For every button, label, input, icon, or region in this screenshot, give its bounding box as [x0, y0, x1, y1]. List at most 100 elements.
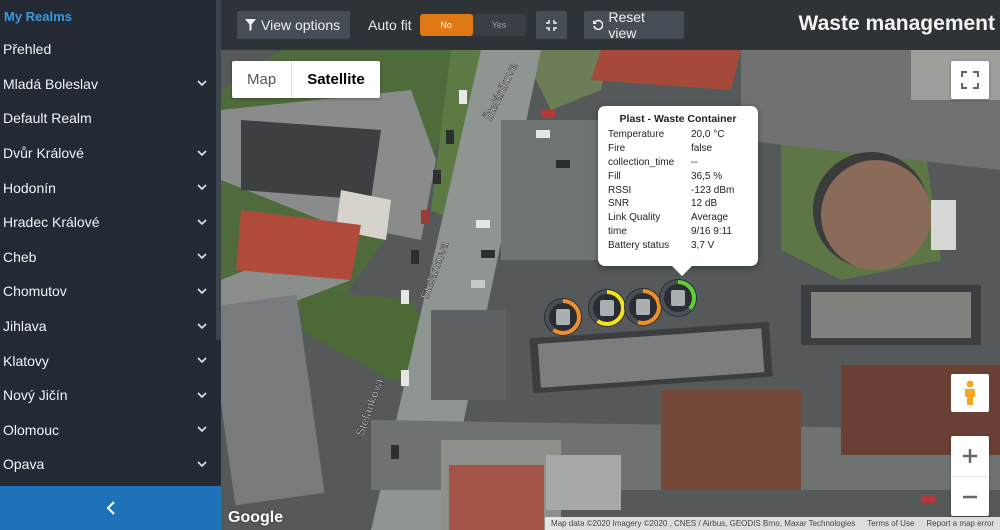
- chevron-down-icon: [197, 217, 207, 227]
- realm-list: Přehled Mladá Boleslav Default Realm Dvů…: [0, 32, 221, 482]
- info-row-rssi: RSSI -123 dBm: [608, 183, 748, 197]
- sidebar-item-chomutov[interactable]: Chomutov: [0, 274, 221, 309]
- fit-bounds-button[interactable]: [535, 11, 567, 39]
- undo-icon: [592, 19, 604, 31]
- reset-view-button[interactable]: Reset view: [583, 9, 684, 41]
- info-key: time: [608, 225, 627, 237]
- autofit-toggle[interactable]: No Yes: [419, 14, 526, 36]
- sidebar-item-default-realm[interactable]: Default Realm: [0, 101, 221, 136]
- map-type-satellite[interactable]: Satellite: [291, 61, 380, 98]
- info-key: Fire: [608, 143, 626, 155]
- info-row-fire: Fire false: [608, 142, 748, 156]
- info-key: Battery status: [608, 239, 670, 251]
- chevron-down-icon: [197, 148, 207, 158]
- sidebar-item-prehled[interactable]: Přehled: [0, 32, 221, 67]
- collapse-sidebar-button[interactable]: [0, 486, 221, 530]
- map-data-credit: Map data ©2020 Imagery ©2020 , CNES / Ai…: [551, 519, 856, 528]
- fullscreen-button[interactable]: [951, 61, 989, 99]
- report-map-error-link[interactable]: Report a map error: [920, 519, 1000, 528]
- chevron-left-icon: [106, 501, 115, 515]
- sidebar-item-label: Olomouc: [3, 421, 60, 438]
- sidebar-item-dvur-kralove[interactable]: Dvůr Králové: [0, 136, 221, 171]
- chevron-down-icon: [197, 286, 207, 296]
- sidebar-item-jihlava[interactable]: Jihlava: [0, 309, 221, 344]
- sidebar-item-label: Cheb: [3, 248, 37, 265]
- zoom-out-button[interactable]: [951, 476, 989, 516]
- info-row-collection-time: collection_time --: [608, 156, 748, 170]
- info-value: -123 dBm: [691, 184, 735, 196]
- chevron-down-icon: [197, 356, 207, 366]
- sidebar-item-label: Chomutov: [3, 283, 67, 300]
- trash-bin-icon: [600, 300, 614, 316]
- waste-container-marker-green[interactable]: [659, 279, 697, 317]
- info-row-snr: SNR 12 dB: [608, 197, 748, 211]
- street-view-pegman[interactable]: [951, 374, 989, 412]
- filter-icon: [245, 19, 256, 31]
- info-value: 12 dB: [691, 198, 718, 210]
- sidebar-item-hradec-kralove[interactable]: Hradec Králové: [0, 205, 221, 240]
- sidebar-item-label: Mladá Boleslav: [3, 75, 98, 92]
- sidebar-item-label: Přehled: [3, 41, 52, 58]
- chevron-down-icon: [197, 321, 207, 331]
- info-value: false: [691, 143, 713, 155]
- pegman-icon: [965, 380, 975, 405]
- info-value: Average: [691, 212, 729, 224]
- info-row-fill: Fill 36,5 %: [608, 169, 748, 183]
- map-attribution: Map data ©2020 Imagery ©2020 , CNES / Ai…: [545, 517, 1000, 530]
- sidebar-item-label: Hodonín: [3, 179, 56, 196]
- sidebar-item-mlada-boleslav[interactable]: Mladá Boleslav: [0, 67, 221, 102]
- chevron-down-icon: [197, 390, 207, 400]
- google-logo: Google: [228, 509, 284, 526]
- chevron-down-icon: [197, 425, 207, 435]
- plus-icon: [963, 449, 977, 463]
- sidebar: My Realms Přehled Mladá Boleslav Default…: [0, 0, 221, 530]
- map-type-control: Map Satellite: [232, 61, 380, 98]
- sidebar-item-olomouc[interactable]: Olomouc: [0, 413, 221, 448]
- waste-container-marker-orange[interactable]: [624, 288, 662, 326]
- autofit-yes-option[interactable]: Yes: [473, 14, 526, 36]
- trash-bin-icon: [671, 290, 685, 306]
- info-key: Temperature: [608, 129, 665, 141]
- sidebar-item-label: Hradec Králové: [3, 214, 100, 231]
- info-key: SNR: [608, 198, 630, 210]
- info-row-battery: Battery status 3,7 V: [608, 238, 748, 252]
- autofit-no-option[interactable]: No: [419, 14, 473, 36]
- sidebar-heading: My Realms: [4, 9, 72, 24]
- chevron-down-icon: [197, 183, 207, 193]
- compress-icon: [545, 19, 557, 31]
- sidebar-item-label: Default Realm: [3, 110, 92, 127]
- view-options-label: View options: [261, 17, 341, 33]
- sidebar-item-opava[interactable]: Opava: [0, 447, 221, 482]
- info-value: 9/16 9:11: [691, 225, 732, 237]
- zoom-in-button[interactable]: [951, 436, 989, 476]
- fullscreen-icon: [961, 71, 979, 89]
- info-key: Link Quality: [608, 212, 661, 224]
- container-info-window: Plast - Waste Container Temperature 20,0 …: [598, 106, 758, 276]
- map-view[interactable]: Štefánikova Štefánkova Štefánkova Map Sa…: [221, 50, 1000, 530]
- sidebar-item-klatovy[interactable]: Klatovy: [0, 343, 221, 378]
- trash-bin-icon: [636, 299, 650, 315]
- waste-container-marker-orange[interactable]: [544, 298, 582, 336]
- terms-of-use-link[interactable]: Terms of Use: [861, 519, 920, 528]
- info-row-time: time 9/16 9:11: [608, 225, 748, 239]
- waste-container-marker-yellow[interactable]: [588, 289, 626, 327]
- info-row-link-quality: Link Quality Average: [608, 211, 748, 225]
- minus-icon: [963, 495, 977, 498]
- sidebar-item-novy-jicin[interactable]: Nový Jičín: [0, 378, 221, 413]
- info-row-temperature: Temperature 20,0 °C: [608, 128, 748, 142]
- sidebar-item-hodonin[interactable]: Hodonín: [0, 170, 221, 205]
- sidebar-item-label: Klatovy: [3, 352, 49, 369]
- chevron-down-icon: [197, 79, 207, 89]
- view-options-button[interactable]: View options: [237, 11, 350, 39]
- toolbar: View options Auto fit No Yes Reset view …: [221, 0, 1000, 50]
- info-value: 36,5 %: [691, 170, 723, 182]
- info-value: 3,7 V: [691, 239, 715, 251]
- info-key: RSSI: [608, 184, 632, 196]
- map-type-map[interactable]: Map: [232, 61, 291, 98]
- info-key: Fill: [608, 170, 621, 182]
- sidebar-item-label: Jihlava: [3, 318, 47, 335]
- sidebar-item-cheb[interactable]: Cheb: [0, 240, 221, 275]
- zoom-control: [951, 436, 989, 516]
- reset-view-label: Reset view: [608, 9, 645, 41]
- sidebar-item-label: Dvůr Králové: [3, 145, 84, 162]
